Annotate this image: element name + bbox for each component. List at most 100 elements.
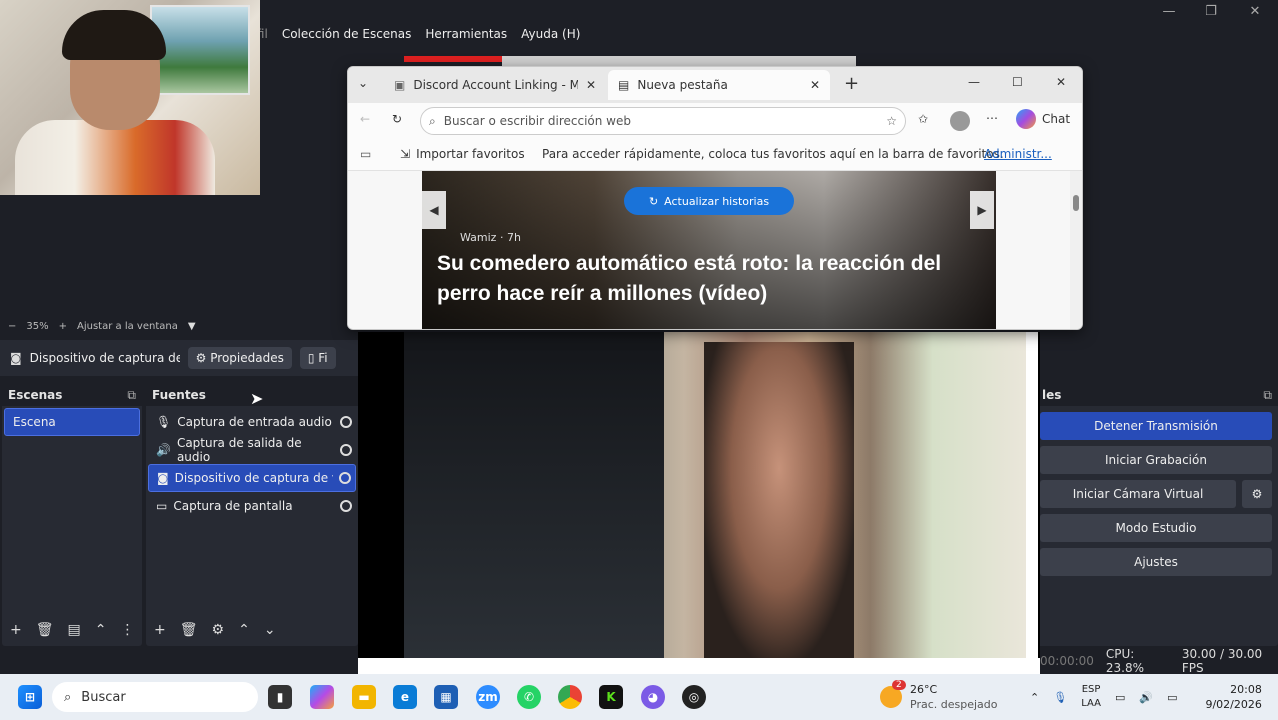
volume-icon[interactable]: 🔊 (1139, 691, 1153, 704)
prev-arrow-icon[interactable]: ◀ (422, 191, 446, 229)
battery-icon[interactable]: ▭ (1167, 691, 1177, 704)
gear-icon[interactable]: ⚙ (1242, 480, 1272, 508)
kick-icon[interactable]: K (599, 685, 623, 709)
maximize-icon[interactable]: ☐ (1012, 75, 1023, 89)
address-bar[interactable]: ⌕ Buscar o escribir dirección web ☆ (420, 107, 906, 135)
chat-button[interactable]: Chat (1016, 109, 1070, 129)
filters-button[interactable]: ▯ Fi (299, 347, 336, 369)
zoom-value: 35% (26, 321, 49, 332)
fit-window-button[interactable]: Ajustar a la ventana (77, 321, 178, 332)
manage-favorites-link[interactable]: Administr... (984, 147, 1052, 161)
chevron-down-icon[interactable]: ▼ (188, 321, 196, 332)
page-scrollbar[interactable] (1070, 171, 1082, 329)
camera-icon: ◙ (10, 351, 22, 365)
eye-icon[interactable] (340, 416, 352, 428)
taskbar-search[interactable]: ⌕ Buscar (52, 682, 258, 712)
news-card[interactable]: ↻ Actualizar historias Wamiz · 7h Su com… (422, 171, 996, 329)
chevron-up-icon[interactable]: ⌃ (238, 622, 250, 638)
source-toolbar: ◙ Dispositivo de captura de v ⚙ Propieda… (0, 340, 358, 376)
properties-button[interactable]: ⚙ Propiedades (187, 347, 292, 369)
chrome-icon[interactable] (558, 685, 582, 709)
scenes-dock-title: Escenas ⧉ (2, 384, 142, 406)
video-scrollbar[interactable] (1026, 332, 1038, 658)
more-icon[interactable]: ⋮ (120, 622, 134, 638)
import-favorites[interactable]: ⇲ Importar favoritos (400, 147, 525, 161)
studio-mode-button[interactable]: Modo Estudio (1040, 514, 1272, 542)
monitor-icon: ▭ (156, 499, 168, 513)
add-tab-icon[interactable]: + (844, 73, 859, 94)
eye-icon[interactable] (340, 444, 352, 456)
source-item[interactable]: 🎙 Captura de entrada audio (148, 408, 356, 436)
trash-icon[interactable]: 🗑 (36, 622, 54, 638)
refresh-icon[interactable]: ↻ (392, 112, 402, 126)
menu-scene-collection[interactable]: Colección de Escenas (282, 27, 412, 41)
favorites-icon[interactable]: ✩ (918, 112, 928, 126)
eye-icon[interactable] (339, 472, 351, 484)
favorite-star-icon[interactable]: ☆ (886, 114, 897, 128)
undock-icon[interactable]: ⧉ (1263, 388, 1272, 403)
scene-label: Escena (13, 415, 56, 429)
stop-stream-button[interactable]: Detener Transmisión (1040, 412, 1272, 440)
system-tray: 2 26°C Prac. despejado ⌃ 🎙 ESP LAA ▭ 🔊 ▭… (880, 674, 1262, 720)
chevron-down-icon[interactable]: ⌄ (264, 622, 276, 638)
menu-tools[interactable]: Herramientas (425, 27, 507, 41)
eye-icon[interactable] (340, 500, 352, 512)
settings-button[interactable]: Ajustes (1040, 548, 1272, 576)
close-icon[interactable]: ✕ (810, 78, 820, 92)
chevron-up-icon[interactable]: ⌃ (1030, 691, 1039, 704)
zoom-out-button[interactable]: − (8, 321, 16, 332)
update-stories-button[interactable]: ↻ Actualizar historias (624, 187, 794, 215)
video-person-left (404, 332, 664, 658)
start-recording-button[interactable]: Iniciar Grabación (1040, 446, 1272, 474)
edge-icon[interactable]: e (393, 685, 417, 709)
discord-icon[interactable]: ◕ (641, 685, 665, 709)
tab-actions-icon[interactable]: ⌄ (358, 76, 368, 90)
chevron-up-icon[interactable]: ⌃ (95, 622, 107, 638)
add-icon[interactable]: + (10, 622, 22, 638)
cursor-icon: ➤ (250, 389, 264, 408)
scroll-thumb[interactable] (1073, 195, 1079, 211)
undock-icon[interactable]: ⧉ (127, 388, 136, 403)
zoom-icon[interactable]: zm (476, 685, 500, 709)
restore-icon[interactable]: ❐ (1188, 0, 1234, 22)
windows-start-icon[interactable]: ⊞ (18, 685, 42, 709)
store-icon[interactable]: ▦ (434, 685, 458, 709)
trash-icon[interactable]: 🗑 (180, 622, 198, 638)
language-indicator[interactable]: ESP LAA (1081, 683, 1101, 711)
menu-help[interactable]: Ayuda (H) (521, 27, 580, 41)
file-explorer-icon[interactable]: ▬ (352, 685, 376, 709)
zoom-in-button[interactable]: + (59, 321, 67, 332)
scene-item[interactable]: Escena (4, 408, 140, 436)
avatar[interactable] (950, 111, 970, 131)
close-icon[interactable]: ✕ (1056, 75, 1066, 89)
source-item[interactable]: ◙ Dispositivo de captura de víd (148, 464, 356, 492)
clock[interactable]: 20:08 9/02/2026 (1205, 682, 1261, 712)
filter-icon[interactable]: ▤ (68, 622, 81, 638)
minimize-icon[interactable]: — (968, 75, 980, 89)
video-bottom-strip (358, 658, 1040, 674)
close-icon[interactable]: ✕ (586, 78, 596, 92)
more-icon[interactable]: ⋯ (986, 111, 998, 125)
gear-icon[interactable]: ⚙ (212, 622, 225, 638)
sidebar-icon[interactable]: ▭ (360, 147, 371, 161)
copilot-icon[interactable] (310, 685, 334, 709)
source-item[interactable]: 🔊 Captura de salida de audio (148, 436, 356, 464)
obs-statusbar: 00:00:00 CPU: 23.8% 30.00 / 30.00 FPS (1036, 647, 1278, 675)
obs-icon[interactable]: ◎ (682, 685, 706, 709)
back-icon[interactable]: ← (360, 112, 370, 126)
controls-title: les (1042, 388, 1062, 402)
network-icon[interactable]: ▭ (1115, 691, 1125, 704)
weather-widget[interactable]: 2 26°C Prac. despejado (880, 680, 997, 712)
next-arrow-icon[interactable]: ▶ (970, 191, 994, 229)
news-title[interactable]: Su comedero automático está roto: la rea… (437, 249, 977, 309)
tab-discord[interactable]: ▣ Discord Account Linking - Marvel R ✕ (384, 70, 606, 100)
add-icon[interactable]: + (154, 622, 166, 638)
whatsapp-icon[interactable]: ✆ (517, 685, 541, 709)
tab-new[interactable]: ▤ Nueva pestaña ✕ (608, 70, 830, 100)
virtual-camera-button[interactable]: Iniciar Cámara Virtual (1040, 480, 1236, 508)
minimize-icon[interactable]: — (1146, 0, 1192, 22)
source-item[interactable]: ▭ Captura de pantalla (148, 492, 356, 520)
microphone-icon[interactable]: 🎙 (1053, 691, 1067, 704)
close-icon[interactable]: ✕ (1232, 0, 1278, 22)
task-view-icon[interactable]: ▮ (268, 685, 292, 709)
